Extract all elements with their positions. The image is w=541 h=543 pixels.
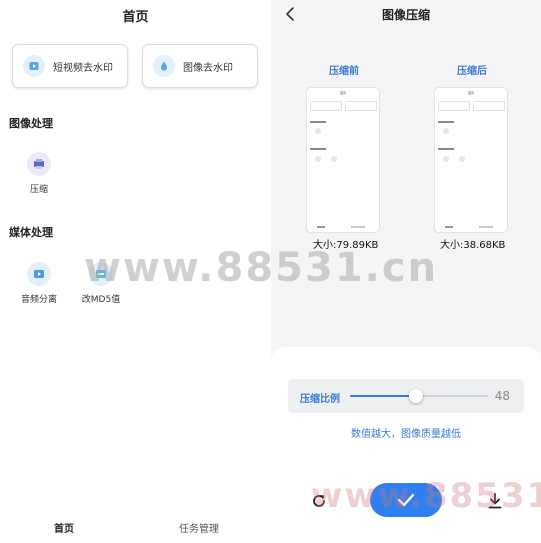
- compress-label: 压缩: [29, 185, 48, 195]
- ratio-slider-box: 压缩比例 48: [288, 379, 524, 413]
- before-size: 大小:79.89KB: [313, 240, 379, 251]
- download-icon: [488, 493, 502, 509]
- home-screen: 首页 短视频去水印 图像去水印 图像处理 压缩 媒体处理 音频分离 改MD5值 …: [0, 0, 271, 543]
- compress-icon: [27, 152, 51, 176]
- compress-tool[interactable]: 压缩: [14, 152, 64, 195]
- audio-separate-icon: [27, 262, 51, 286]
- thumb-dot: [315, 156, 321, 162]
- section-media-processing: 媒体处理: [9, 226, 53, 239]
- thumb-dot: [443, 156, 449, 162]
- check-icon: [397, 493, 415, 507]
- thumb-title: 首页: [339, 91, 346, 95]
- thumb-section-title: [310, 121, 326, 123]
- quality-hint: 数值越大，图像质量越低: [351, 429, 461, 440]
- ratio-value: 48: [494, 389, 510, 403]
- ratio-slider-knob[interactable]: [409, 389, 424, 403]
- md5-label: 改MD5值: [81, 295, 121, 305]
- download-button[interactable]: [485, 491, 505, 511]
- video-watermark-card[interactable]: 短视频去水印: [12, 44, 128, 88]
- audio-separate-label: 音频分离: [20, 295, 57, 305]
- thumb-card: [345, 101, 377, 111]
- thumb-nav: [479, 226, 493, 228]
- thumb-card: [473, 101, 505, 111]
- image-watermark-label: 图像去水印: [183, 62, 233, 74]
- before-label: 压缩前: [329, 66, 359, 77]
- reset-button[interactable]: [309, 491, 329, 511]
- video-watermark-icon: [23, 55, 45, 77]
- refresh-icon: [313, 495, 325, 507]
- thumb-dot: [459, 156, 465, 162]
- home-title: 首页: [122, 10, 149, 25]
- video-watermark-label: 短视频去水印: [53, 62, 113, 74]
- thumb-dot: [443, 128, 449, 134]
- settings-sheet: 压缩比例 48 数值越大，图像质量越低: [271, 347, 541, 543]
- audio-separate-tool[interactable]: 音频分离: [14, 262, 64, 305]
- thumb-nav: [317, 226, 325, 228]
- image-watermark-card[interactable]: 图像去水印: [142, 44, 258, 88]
- nav-home[interactable]: 首页: [54, 520, 74, 535]
- md5-tool[interactable]: 改MD5值: [76, 262, 126, 305]
- confirm-button[interactable]: [370, 483, 442, 517]
- after-preview-image: 首页: [434, 87, 508, 233]
- thumb-section-title: [438, 121, 454, 123]
- thumb-card: [310, 101, 342, 111]
- bottom-nav: 首页 任务管理: [0, 518, 271, 538]
- compress-title: 图像压缩: [381, 8, 430, 22]
- thumb-nav: [445, 226, 453, 228]
- thumb-section-title: [310, 148, 326, 150]
- section-image-processing: 图像处理: [9, 117, 53, 130]
- thumb-section-title: [438, 148, 454, 150]
- thumb-title: 首页: [467, 91, 474, 95]
- image-watermark-icon: [153, 55, 175, 77]
- thumb-dot: [331, 156, 337, 162]
- thumb-card: [438, 101, 470, 111]
- thumb-nav: [351, 226, 365, 228]
- ratio-slider-track[interactable]: [350, 389, 488, 403]
- md5-icon: [89, 262, 113, 286]
- before-preview-image: 首页: [306, 87, 380, 233]
- after-label: 压缩后: [457, 66, 487, 77]
- thumb-dot: [315, 128, 321, 134]
- nav-task-management[interactable]: 任务管理: [179, 520, 219, 535]
- after-size: 大小:38.68KB: [440, 240, 506, 251]
- ratio-label: 压缩比例: [300, 394, 340, 405]
- ratio-slider-fill: [350, 395, 417, 397]
- compress-screen: 图像压缩 压缩前 压缩后 首页 首页 大小:79.89KB 大小:38.68KB…: [271, 0, 541, 543]
